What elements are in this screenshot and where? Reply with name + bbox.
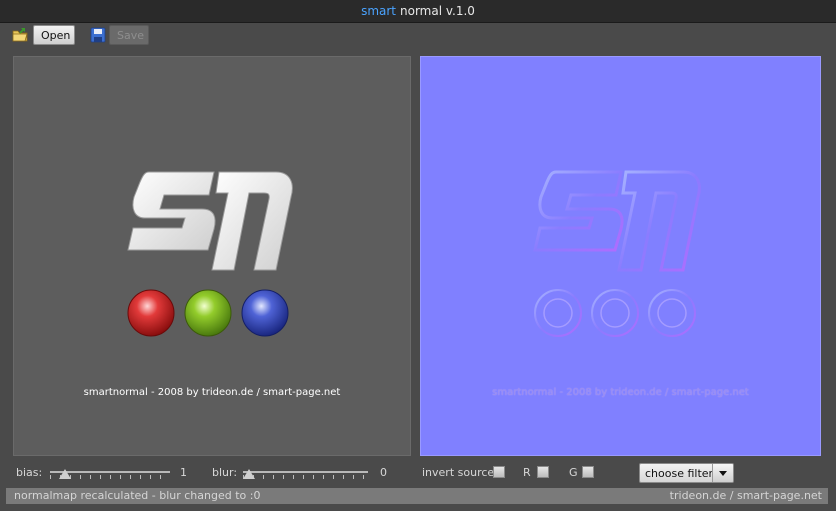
- bias-value: 1: [180, 466, 187, 479]
- open-button[interactable]: Open: [33, 25, 75, 45]
- filter-select[interactable]: choose filter: [639, 463, 734, 483]
- blur-slider-ticks: [243, 475, 368, 479]
- title-bar: smart normal v.1.0: [0, 0, 836, 23]
- g-checkbox[interactable]: [582, 466, 594, 478]
- normal-map-panel: smartnormal - 2008 by trideon.de / smart…: [420, 56, 821, 456]
- status-message: normalmap recalculated - blur changed to…: [14, 489, 261, 502]
- r-checkbox[interactable]: [537, 466, 549, 478]
- status-links: trideon.de / smart-page.net: [670, 488, 822, 504]
- bias-slider[interactable]: [50, 465, 170, 481]
- blur-label: blur:: [212, 466, 238, 479]
- invert-source-label: invert source: [422, 466, 495, 479]
- blur-value: 0: [380, 466, 387, 479]
- invert-source-checkbox[interactable]: [493, 466, 505, 478]
- link-separator: /: [729, 489, 734, 502]
- blur-slider-track: [243, 471, 368, 473]
- chevron-down-icon[interactable]: [712, 464, 733, 482]
- controls-bar: bias: 1 blur: 0 invert source R G choose…: [0, 460, 836, 486]
- blur-slider-thumb[interactable]: [243, 469, 255, 479]
- trideon-link[interactable]: trideon.de: [670, 489, 727, 502]
- open-folder-icon[interactable]: [12, 27, 28, 43]
- blur-slider[interactable]: [243, 465, 368, 481]
- save-button[interactable]: Save: [109, 25, 149, 45]
- title-text: normal v.1.0: [400, 4, 475, 18]
- save-disk-icon[interactable]: [90, 27, 106, 43]
- toolbar: Open Save: [0, 22, 836, 48]
- g-label: G: [569, 466, 578, 479]
- filter-select-value: choose filter: [645, 467, 713, 480]
- smart-page-link[interactable]: smart-page.net: [737, 489, 822, 502]
- title-accent: smart: [361, 4, 396, 18]
- r-label: R: [523, 466, 531, 479]
- normal-credit-text: smartnormal - 2008 by trideon.de / smart…: [492, 387, 749, 398]
- bias-label: bias:: [16, 466, 43, 479]
- source-credit-text: smartnormal - 2008 by trideon.de / smart…: [83, 387, 341, 398]
- source-image-panel: smartnormal - 2008 by trideon.de / smart…: [13, 56, 411, 456]
- status-bar: normalmap recalculated - blur changed to…: [6, 488, 828, 504]
- bias-slider-thumb[interactable]: [58, 469, 71, 479]
